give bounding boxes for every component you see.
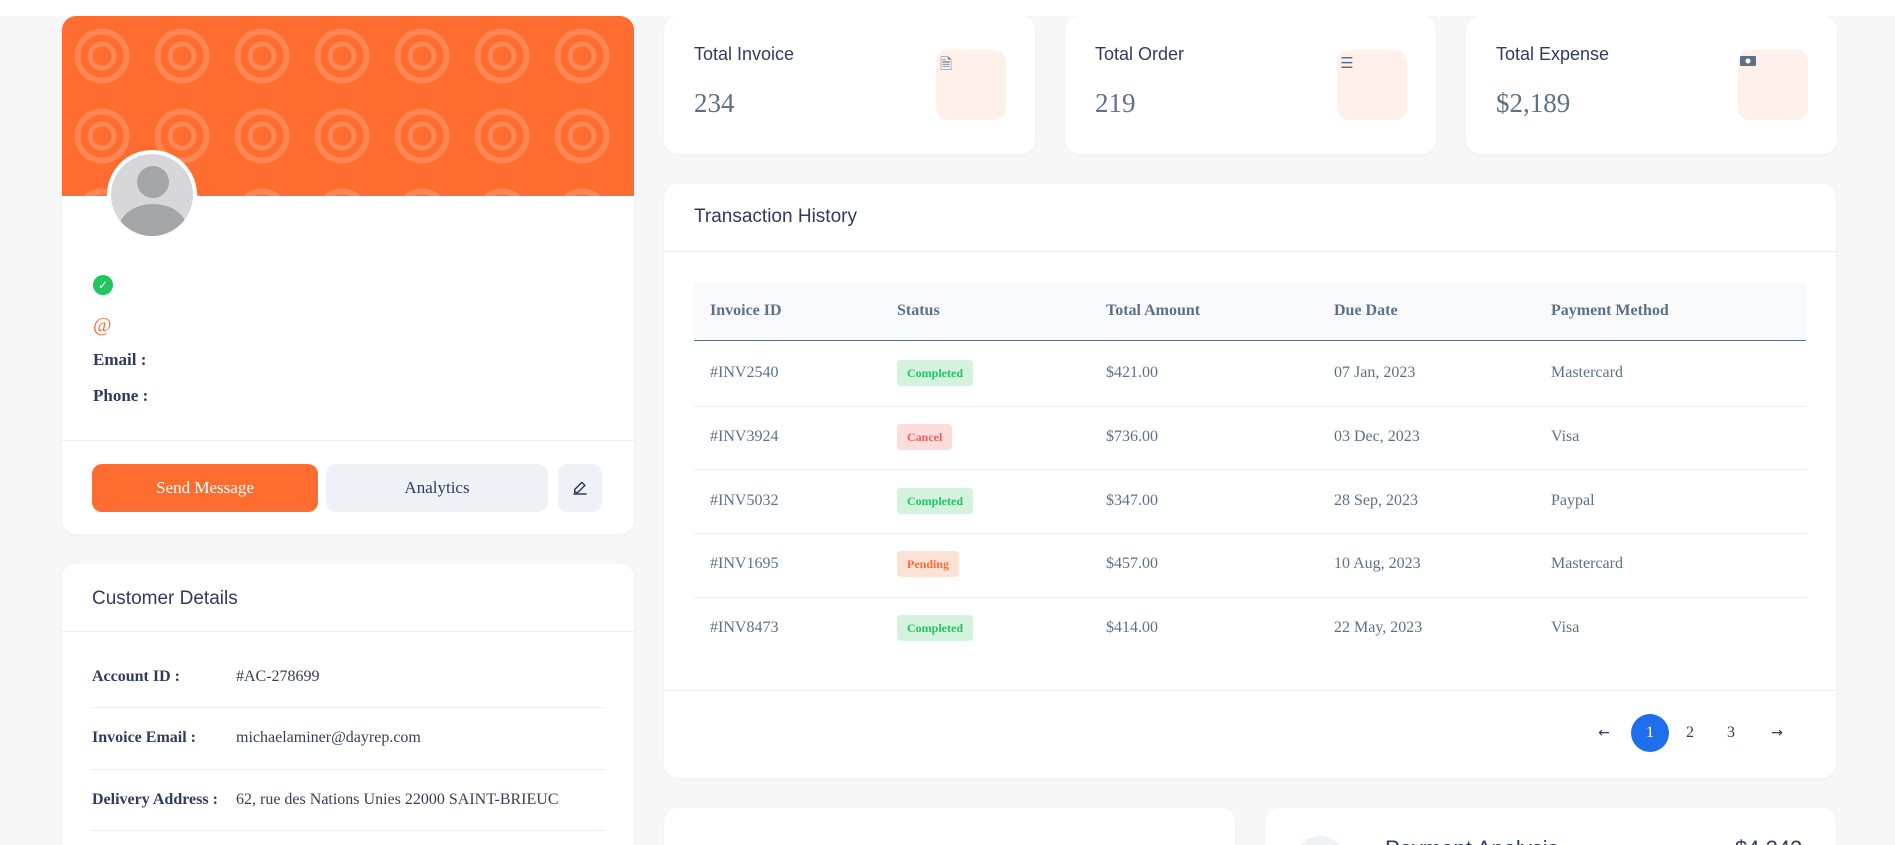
invoice-id-cell[interactable]: #INV3924: [710, 428, 778, 446]
invoice-email-value[interactable]: michaelaminer@dayrep.com: [236, 729, 421, 747]
stat-title: Total Invoice: [694, 44, 795, 64]
pencil-icon: [573, 481, 587, 495]
due-date-cell: 28 Sep, 2023: [1334, 492, 1418, 509]
phone-label: Phone :: [93, 386, 149, 405]
history-footer-divider: [664, 690, 1836, 691]
bottom-left-card: [664, 808, 1235, 845]
top-bar: [0, 0, 1895, 16]
cash-icon-svg: [1740, 56, 1756, 66]
account-id-value: #AC-278699: [236, 668, 320, 685]
payment-analysis-card: Payment Analysis $4,242: [1265, 808, 1836, 845]
delivery-address-value: 62, rue des Nations Unies 22000 SAINT-BR…: [236, 791, 559, 808]
detail-divider: [92, 707, 604, 708]
avatar-body: [119, 204, 187, 236]
customer-details-card: Customer Details Account ID : #AC-278699…: [62, 564, 634, 845]
history-header-divider: [664, 251, 1836, 252]
cash-icon: [1738, 54, 1758, 74]
status-badge: Pending: [897, 551, 960, 577]
due-date-cell: 07 Jan, 2023: [1334, 364, 1416, 381]
payment-analysis-amount: $4,242: [1735, 836, 1802, 845]
list-icon: ☰: [1340, 54, 1354, 72]
transaction-history-title: Transaction History: [694, 206, 857, 227]
table-row-divider: [694, 469, 1806, 470]
invoice-id-cell[interactable]: #INV2540: [710, 364, 778, 382]
column-header-total-amount[interactable]: Total Amount: [1106, 302, 1200, 320]
username-at-symbol: @: [93, 314, 112, 336]
stat-title: Total Expense: [1496, 44, 1610, 64]
invoice-id-cell[interactable]: #INV1695: [710, 555, 778, 573]
detail-divider: [92, 769, 604, 770]
payment-method-cell: Visa: [1551, 428, 1580, 445]
due-date-cell: 03 Dec, 2023: [1334, 428, 1420, 445]
profile-divider: [62, 440, 634, 441]
stat-card-total-expense: Total Expense $2,189: [1466, 16, 1837, 154]
payment-method-cell: Visa: [1551, 619, 1580, 636]
due-date-cell: 22 May, 2023: [1334, 619, 1423, 636]
column-header-invoice-id[interactable]: Invoice ID: [710, 302, 782, 320]
detail-divider: [92, 830, 604, 831]
invoice-id-cell[interactable]: #INV8473: [710, 619, 778, 637]
stat-value: $2,189: [1496, 88, 1571, 118]
payment-method-cell: Mastercard: [1551, 555, 1623, 572]
column-header-payment-method[interactable]: Payment Method: [1551, 302, 1669, 320]
delivery-address-label: Delivery Address :: [92, 791, 218, 808]
avatar-head: [137, 166, 169, 198]
customer-details-divider: [62, 631, 634, 632]
payment-method-cell: Mastercard: [1551, 364, 1623, 381]
pagination-next-button[interactable]: →: [1758, 714, 1796, 752]
table-row-divider: [694, 533, 1806, 534]
verified-check-icon: ✓: [93, 275, 113, 295]
stat-card-total-order: Total Order 219 ☰: [1065, 16, 1436, 154]
payment-analysis-icon: [1295, 836, 1345, 845]
stat-card-total-invoice: Total Invoice 234 🗎: [664, 16, 1035, 154]
status-badge: Completed: [897, 488, 973, 514]
invoice-email-label: Invoice Email :: [92, 729, 196, 746]
avatar: [107, 150, 197, 240]
customer-details-title: Customer Details: [92, 588, 238, 609]
document-icon: 🗎: [939, 55, 953, 73]
amount-cell: $421.00: [1106, 364, 1158, 381]
amount-cell: $736.00: [1106, 428, 1158, 445]
amount-cell: $347.00: [1106, 492, 1158, 509]
account-id-label: Account ID :: [92, 668, 180, 685]
status-badge: Completed: [897, 615, 973, 641]
invoice-id-cell[interactable]: #INV5032: [710, 492, 778, 510]
pagination-prev-button[interactable]: ←: [1585, 714, 1623, 752]
edit-profile-button[interactable]: [558, 464, 602, 512]
stat-value: 219: [1095, 88, 1136, 118]
amount-cell: $414.00: [1106, 619, 1158, 636]
column-header-due-date[interactable]: Due Date: [1334, 302, 1398, 320]
status-badge: Completed: [897, 360, 973, 386]
due-date-cell: 10 Aug, 2023: [1334, 555, 1421, 572]
column-header-status[interactable]: Status: [897, 302, 940, 320]
pagination-page-3[interactable]: 3: [1712, 714, 1750, 752]
table-row-divider: [694, 597, 1806, 598]
amount-cell: $457.00: [1106, 555, 1158, 572]
analytics-button[interactable]: Analytics: [326, 464, 548, 512]
profile-card: ✓ @ Email : Phone : Send Message Analyti…: [62, 16, 634, 534]
transaction-history-card: Transaction History Invoice ID Status To…: [664, 184, 1836, 778]
stat-title: Total Order: [1095, 44, 1185, 64]
send-message-button[interactable]: Send Message: [92, 464, 318, 512]
pagination-page-1[interactable]: 1: [1631, 714, 1669, 752]
status-badge: Cancel: [897, 424, 953, 450]
table-row-divider: [694, 406, 1806, 407]
stat-value: 234: [694, 88, 735, 118]
payment-analysis-title: Payment Analysis: [1385, 836, 1559, 845]
pagination-page-2[interactable]: 2: [1671, 714, 1709, 752]
email-label: Email :: [93, 350, 147, 369]
payment-method-cell: Paypal: [1551, 492, 1595, 509]
